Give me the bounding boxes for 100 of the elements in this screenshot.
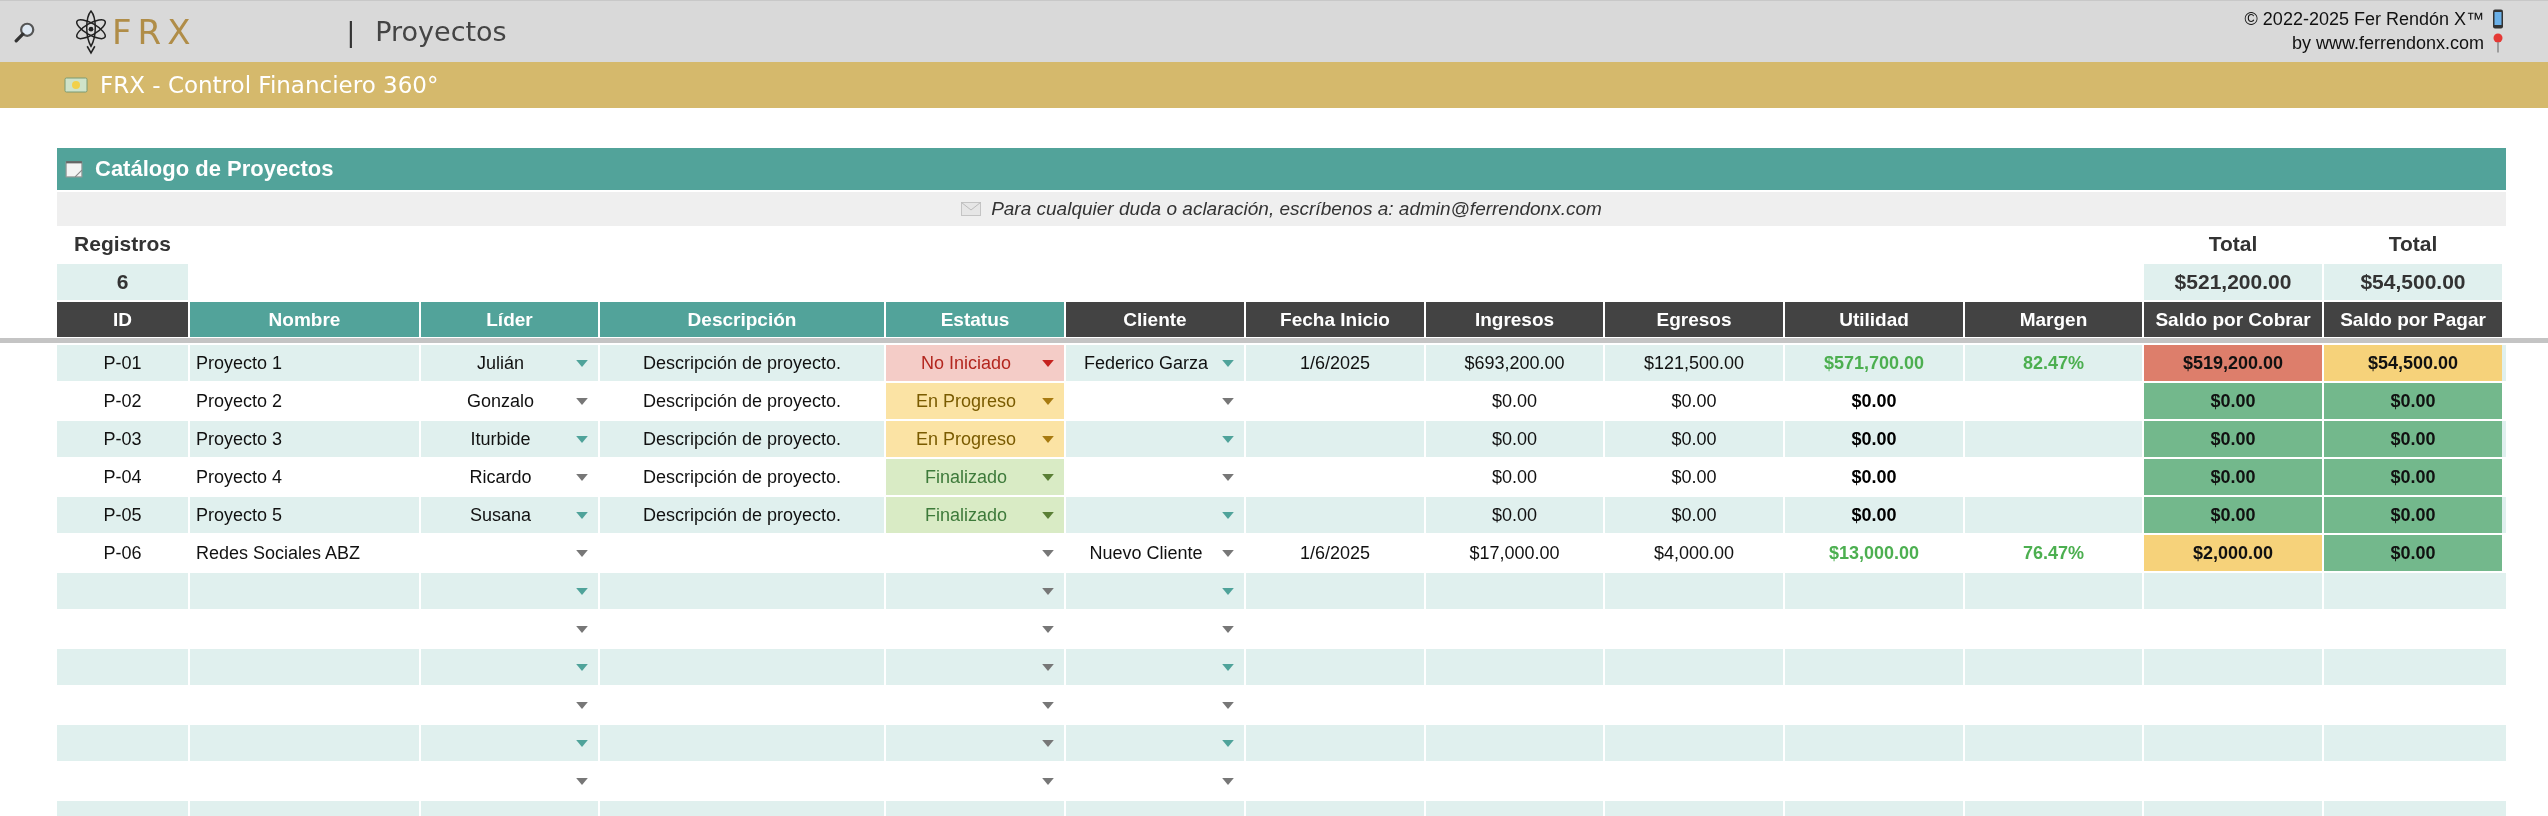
caret-icon[interactable] bbox=[576, 550, 588, 557]
table-cell: $0.00 bbox=[1424, 497, 1603, 533]
table-cell: $0.00 bbox=[1783, 459, 1963, 495]
caret-icon[interactable] bbox=[576, 626, 588, 633]
caret-icon[interactable] bbox=[576, 474, 588, 481]
table-cell: $0.00 bbox=[1424, 383, 1603, 419]
caret-icon[interactable] bbox=[576, 512, 588, 519]
column-header: Utilidad bbox=[1785, 302, 1963, 337]
caret-icon[interactable] bbox=[576, 436, 588, 443]
table-cell: $0.00 bbox=[2142, 383, 2322, 419]
caret-icon[interactable] bbox=[1222, 740, 1234, 747]
notepad-icon bbox=[65, 160, 83, 178]
column-header: Fecha Inicio bbox=[1246, 302, 1424, 337]
leader-dropdown[interactable]: Gonzalo bbox=[419, 383, 598, 419]
column-header: Descripción bbox=[600, 302, 884, 337]
client-dropdown[interactable]: Nuevo Cliente bbox=[1064, 535, 1244, 571]
envelope-icon bbox=[961, 202, 982, 216]
column-header: Nombre bbox=[190, 302, 419, 337]
table-cell-text: P-01 bbox=[102, 351, 143, 375]
caret-icon[interactable] bbox=[576, 588, 588, 595]
column-header: Ingresos bbox=[1426, 302, 1603, 337]
table-cell: $2,000.00 bbox=[2142, 535, 2322, 571]
table-cell: $54,500.00 bbox=[2322, 345, 2502, 381]
caret-icon[interactable] bbox=[1042, 588, 1054, 595]
table-cell: $0.00 bbox=[1783, 383, 1963, 419]
total-label: Total bbox=[2387, 231, 2439, 257]
caret-icon[interactable] bbox=[1042, 740, 1054, 747]
caret-icon[interactable] bbox=[576, 398, 588, 405]
caret-icon[interactable] bbox=[1042, 398, 1054, 405]
status-dropdown[interactable]: Finalizado bbox=[884, 459, 1064, 495]
caret-icon[interactable] bbox=[1222, 588, 1234, 595]
table-cell: $0.00 bbox=[1603, 383, 1783, 419]
caret-icon[interactable] bbox=[1222, 550, 1234, 557]
table-cell: $0.00 bbox=[2322, 459, 2502, 495]
section-title: Catálogo de Proyectos bbox=[95, 156, 334, 182]
leader-dropdown[interactable]: Iturbide bbox=[419, 421, 598, 457]
client-dropdown[interactable]: Federico Garza bbox=[1064, 345, 1244, 381]
caret-icon[interactable] bbox=[1042, 664, 1054, 671]
column-header: Saldo por Cobrar bbox=[2144, 302, 2322, 337]
records-label: Registros bbox=[73, 231, 172, 257]
search-icon[interactable] bbox=[14, 20, 36, 43]
leader-dropdown[interactable]: Julián bbox=[419, 345, 598, 381]
caret-icon[interactable] bbox=[1222, 664, 1234, 671]
table-cell: $0.00 bbox=[2322, 383, 2502, 419]
total-value: $54,500.00 bbox=[2324, 264, 2502, 300]
caret-icon[interactable] bbox=[1042, 778, 1054, 785]
caret-icon[interactable] bbox=[1222, 474, 1234, 481]
table-cell: 1/6/2025 bbox=[1244, 535, 1424, 571]
table-cell: $0.00 bbox=[2142, 459, 2322, 495]
caret-icon[interactable] bbox=[576, 664, 588, 671]
caret-icon[interactable] bbox=[1042, 512, 1054, 519]
caret-icon[interactable] bbox=[1042, 360, 1054, 367]
caret-icon[interactable] bbox=[576, 778, 588, 785]
caret-icon[interactable] bbox=[1222, 436, 1234, 443]
caret-icon[interactable] bbox=[1042, 474, 1054, 481]
table-cell: Redes Sociales ABZ bbox=[188, 535, 419, 571]
leader-dropdown[interactable]: Susana bbox=[419, 497, 598, 533]
caret-icon[interactable] bbox=[1042, 550, 1054, 557]
table-cell: $0.00 bbox=[2142, 497, 2322, 533]
caret-icon[interactable] bbox=[1042, 626, 1054, 633]
column-header: Líder bbox=[421, 302, 598, 337]
status-dropdown[interactable]: No Iniciado bbox=[884, 345, 1064, 381]
caret-icon[interactable] bbox=[1042, 702, 1054, 709]
column-header: Cliente bbox=[1066, 302, 1244, 337]
caret-icon[interactable] bbox=[576, 702, 588, 709]
table-cell: $0.00 bbox=[1424, 421, 1603, 457]
table-cell: $519,200.00 bbox=[2142, 345, 2322, 381]
records-count: 6 bbox=[57, 264, 188, 300]
leader-dropdown[interactable]: Ricardo bbox=[419, 459, 598, 495]
column-header: Margen bbox=[1965, 302, 2142, 337]
caret-icon[interactable] bbox=[1222, 702, 1234, 709]
status-dropdown[interactable]: Finalizado bbox=[884, 497, 1064, 533]
status-dropdown[interactable]: En Progreso bbox=[884, 383, 1064, 419]
separator: | bbox=[346, 16, 356, 47]
table-cell-text: P-03 bbox=[102, 427, 143, 451]
table-cell-text: P-05 bbox=[102, 503, 143, 527]
table-cell: 1/6/2025 bbox=[1244, 345, 1424, 381]
table-cell: $0.00 bbox=[1603, 459, 1783, 495]
caret-icon[interactable] bbox=[1222, 360, 1234, 367]
caret-icon[interactable] bbox=[1222, 626, 1234, 633]
caret-icon[interactable] bbox=[576, 740, 588, 747]
table-cell: $571,700.00 bbox=[1783, 345, 1963, 381]
column-header: ID bbox=[57, 302, 188, 337]
table-cell: $0.00 bbox=[2322, 497, 2502, 533]
table-cell: $0.00 bbox=[2322, 421, 2502, 457]
caret-icon[interactable] bbox=[1042, 436, 1054, 443]
table-cell: Proyecto 4 bbox=[188, 459, 419, 495]
status-dropdown[interactable]: En Progreso bbox=[884, 421, 1064, 457]
table-cell-text: P-02 bbox=[102, 389, 143, 413]
column-header: Estatus bbox=[886, 302, 1064, 337]
banknote-icon bbox=[64, 77, 88, 93]
caret-icon[interactable] bbox=[576, 360, 588, 367]
caret-icon[interactable] bbox=[1222, 398, 1234, 405]
caret-icon[interactable] bbox=[1222, 778, 1234, 785]
caret-icon[interactable] bbox=[1222, 512, 1234, 519]
phone-icon bbox=[2492, 9, 2504, 29]
total-value: $521,200.00 bbox=[2144, 264, 2322, 300]
table-cell-text: P-06 bbox=[102, 541, 143, 565]
table-cell: $693,200.00 bbox=[1424, 345, 1603, 381]
contact-note: Para cualquier duda o aclaración, escríbenos a: admin@ferrendonx.com bbox=[991, 198, 1602, 220]
